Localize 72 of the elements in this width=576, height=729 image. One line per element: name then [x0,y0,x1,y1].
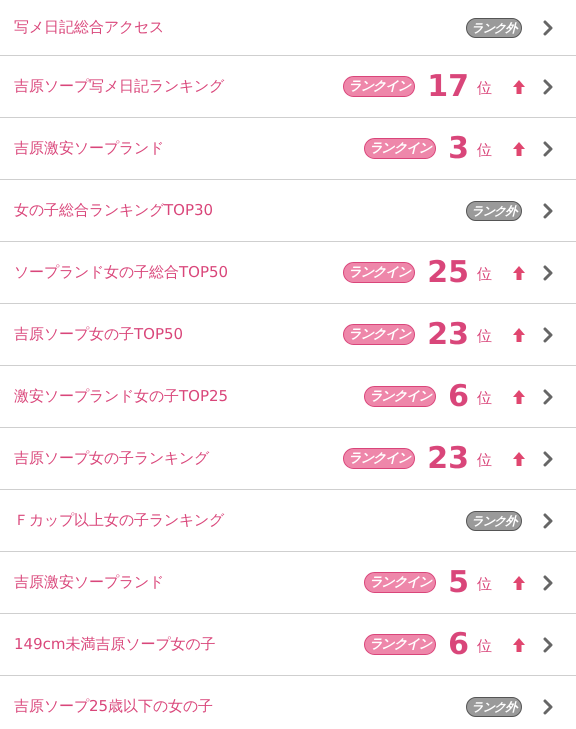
chevron-right-icon [542,326,554,342]
rank-in-badge: ランクイン [343,324,416,346]
rank-number: 23 [427,320,469,350]
rank-unit: 位 [477,78,492,99]
rank-in-badge: ランクイン [343,262,416,284]
chevron-right-icon [542,78,554,94]
ranking-row[interactable]: 吉原ソープ女の子TOP50 ランクイン 23 位 [0,304,576,366]
up-arrow-icon [512,388,526,404]
ranking-row[interactable]: 吉原ソープ写メ日記ランキング ランクイン 17 位 [0,56,576,118]
up-arrow-icon [512,78,526,94]
up-arrow-icon [512,326,526,342]
rank-out-badge: ランク外 [466,18,522,38]
up-arrow-icon [512,574,526,590]
ranking-title: 吉原激安ソープランド [14,138,164,160]
rank-unit: 位 [477,264,492,285]
ranking-row[interactable]: 149cm未満吉原ソープ女の子 ランクイン 6 位 [0,614,576,676]
ranking-title: 吉原ソープ25歳以下の女の子 [14,696,214,718]
ranking-row[interactable]: 吉原激安ソープランド ランクイン 3 位 [0,118,576,180]
ranking-title: 149cm未満吉原ソープ女の子 [14,634,216,656]
rank-out-badge: ランク外 [466,510,522,530]
rank-unit: 位 [477,450,492,471]
rank-in-badge: ランクイン [364,634,436,656]
rank-in-badge: ランクイン [364,386,436,408]
chevron-right-icon [542,574,554,590]
chevron-right-icon [542,20,554,36]
ranking-title: 吉原激安ソープランド [14,572,164,594]
ranking-title: 写メ日記総合アクセス [14,17,164,38]
rank-unit: 位 [477,574,492,595]
rank-out-badge: ランク外 [466,200,522,220]
rank-in-badge: ランクイン [364,572,436,594]
up-arrow-icon [512,450,526,466]
chevron-right-icon [542,698,554,714]
rank-number: 17 [427,72,469,102]
up-arrow-icon [512,636,526,652]
ranking-row[interactable]: 吉原ソープ女の子ランキング ランクイン 23 位 [0,428,576,490]
ranking-title: Ｆカップ以上女の子ランキング [14,510,224,532]
chevron-right-icon [542,388,554,404]
chevron-right-icon [542,512,554,528]
ranking-title: 女の子総合ランキングTOP30 [14,200,214,222]
ranking-title: ソープランド女の子総合TOP50 [14,262,228,284]
ranking-row[interactable]: 激安ソープランド女の子TOP25 ランクイン 6 位 [0,366,576,428]
rank-number: 3 [448,134,469,164]
up-arrow-icon [512,140,526,156]
rank-unit: 位 [477,636,492,657]
rank-unit: 位 [477,388,492,409]
up-arrow-icon [512,264,526,280]
chevron-right-icon [542,450,554,466]
rank-number: 25 [427,258,469,288]
rank-out-badge: ランク外 [466,696,522,716]
rank-number: 5 [448,568,469,598]
rank-unit: 位 [477,326,492,347]
ranking-row[interactable]: 吉原激安ソープランド ランクイン 5 位 [0,552,576,614]
ranking-row[interactable]: 女の子総合ランキングTOP30 ランク外 [0,180,576,242]
ranking-row[interactable]: ソープランド女の子総合TOP50 ランクイン 25 位 [0,242,576,304]
ranking-row[interactable]: 写メ日記総合アクセス ランク外 [0,0,576,56]
ranking-title: 激安ソープランド女の子TOP25 [14,386,228,408]
chevron-right-icon [542,202,554,218]
chevron-right-icon [542,140,554,156]
chevron-right-icon [542,636,554,652]
rank-in-badge: ランクイン [364,138,436,160]
ranking-title: 吉原ソープ女の子ランキング [14,448,209,470]
rank-in-badge: ランクイン [343,448,416,470]
chevron-right-icon [542,264,554,280]
rank-number: 6 [448,630,469,660]
rank-in-badge: ランクイン [343,76,416,98]
rank-number: 6 [448,382,469,412]
ranking-row[interactable]: 吉原ソープ25歳以下の女の子 ランク外 [0,676,576,729]
ranking-title: 吉原ソープ写メ日記ランキング [14,76,224,98]
rank-number: 23 [427,444,469,474]
rank-unit: 位 [477,140,492,161]
ranking-title: 吉原ソープ女の子TOP50 [14,324,184,346]
ranking-row[interactable]: Ｆカップ以上女の子ランキング ランク外 [0,490,576,552]
